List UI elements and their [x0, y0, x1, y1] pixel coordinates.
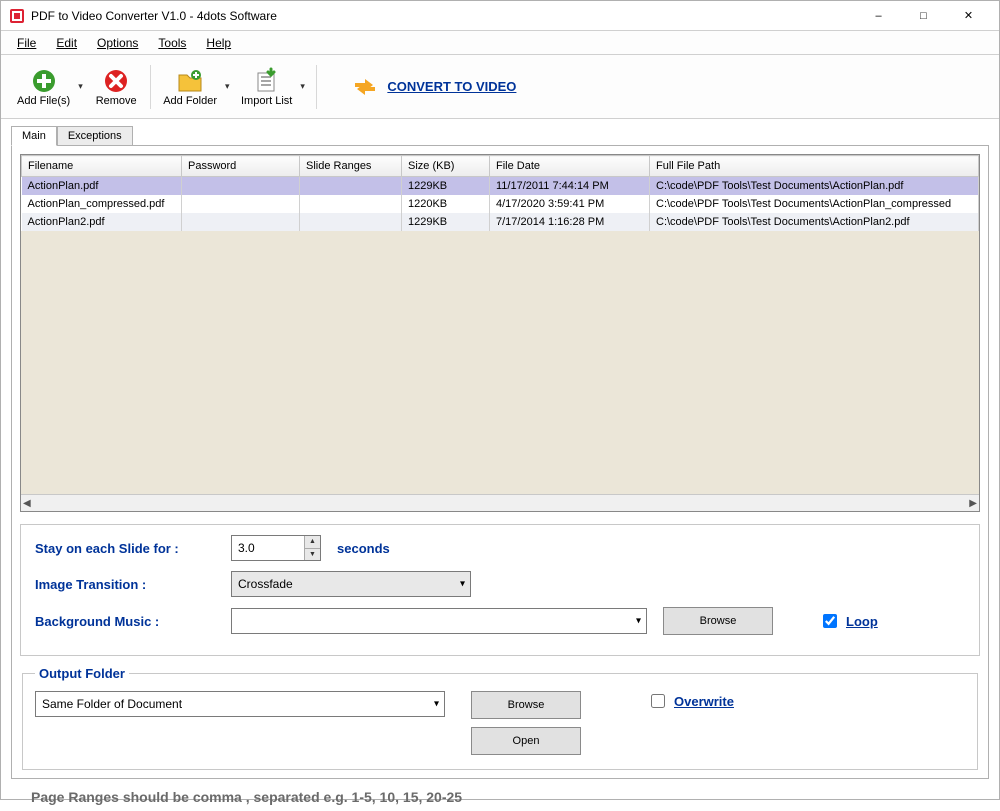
- import-list-dropdown[interactable]: ▾: [300, 81, 310, 92]
- menu-help[interactable]: Help: [198, 34, 239, 52]
- maximize-button[interactable]: □: [901, 2, 946, 30]
- output-folder-select[interactable]: [35, 691, 445, 717]
- output-folder-group: Output Folder Browse Open Overwrite: [22, 666, 978, 770]
- cell-full_path[interactable]: C:\code\PDF Tools\Test Documents\ActionP…: [650, 177, 979, 196]
- cell-slide_ranges[interactable]: [300, 177, 402, 196]
- stay-label: Stay on each Slide for :: [35, 541, 225, 556]
- toolbar-separator-2: [316, 65, 317, 109]
- minimize-button[interactable]: –: [856, 2, 901, 30]
- add-files-dropdown[interactable]: ▾: [78, 81, 88, 92]
- overwrite-checkbox[interactable]: [651, 694, 665, 708]
- remove-label: Remove: [96, 95, 137, 107]
- stay-spinner[interactable]: ▲▼: [304, 536, 320, 560]
- add-files-label: Add File(s): [17, 95, 70, 107]
- music-browse-button[interactable]: Browse: [663, 607, 773, 635]
- music-select[interactable]: [231, 608, 647, 634]
- cell-password[interactable]: [182, 177, 300, 196]
- col-size[interactable]: Size (KB): [402, 156, 490, 177]
- cell-file_date[interactable]: 11/17/2011 7:44:14 PM: [490, 177, 650, 196]
- overwrite-checkbox-wrap[interactable]: Overwrite: [647, 691, 734, 711]
- convert-icon: [351, 73, 379, 101]
- cell-size[interactable]: 1229KB: [402, 177, 490, 196]
- menu-options[interactable]: Options: [89, 34, 146, 52]
- convert-label: CONVERT TO VIDEO: [387, 79, 516, 94]
- close-button[interactable]: ✕: [946, 2, 991, 30]
- file-table[interactable]: Filename Password Slide Ranges Size (KB)…: [21, 155, 979, 231]
- add-folder-dropdown[interactable]: ▾: [225, 81, 235, 92]
- cell-slide_ranges[interactable]: [300, 195, 402, 213]
- col-slide-ranges[interactable]: Slide Ranges: [300, 156, 402, 177]
- transition-label: Image Transition :: [35, 577, 225, 592]
- col-file-date[interactable]: File Date: [490, 156, 650, 177]
- tab-body-main: Filename Password Slide Ranges Size (KB)…: [11, 145, 989, 779]
- table-row[interactable]: ActionPlan_compressed.pdf 1220KB4/17/2020…: [22, 195, 979, 213]
- music-label: Background Music :: [35, 614, 225, 629]
- cell-slide_ranges[interactable]: [300, 213, 402, 231]
- menu-tools[interactable]: Tools: [150, 34, 194, 52]
- add-files-button[interactable]: Add File(s): [11, 59, 76, 115]
- remove-circle-icon: [102, 67, 130, 95]
- col-full-path[interactable]: Full File Path: [650, 156, 979, 177]
- footer-hint: Page Ranges should be comma , separated …: [1, 779, 999, 811]
- loop-checkbox[interactable]: [823, 614, 837, 628]
- convert-to-video-button[interactable]: CONVERT TO VIDEO: [343, 69, 524, 105]
- remove-button[interactable]: Remove: [88, 59, 144, 115]
- file-table-wrap: Filename Password Slide Ranges Size (KB)…: [20, 154, 980, 512]
- import-list-icon: [253, 67, 281, 95]
- add-folder-label: Add Folder: [163, 95, 217, 107]
- cell-full_path[interactable]: C:\code\PDF Tools\Test Documents\ActionP…: [650, 195, 979, 213]
- toolbar-separator: [150, 65, 151, 109]
- loop-checkbox-wrap[interactable]: Loop: [819, 611, 878, 631]
- import-list-button[interactable]: Import List: [235, 59, 298, 115]
- tab-exceptions[interactable]: Exceptions: [57, 126, 133, 146]
- window-title: PDF to Video Converter V1.0 - 4dots Soft…: [31, 9, 856, 23]
- toolbar: Add File(s) ▾ Remove Add Folder ▾ Import…: [1, 55, 999, 119]
- plus-circle-icon: [30, 67, 58, 95]
- output-browse-button[interactable]: Browse: [471, 691, 581, 719]
- titlebar: PDF to Video Converter V1.0 - 4dots Soft…: [1, 1, 999, 31]
- cell-size[interactable]: 1220KB: [402, 195, 490, 213]
- app-icon: [9, 8, 25, 24]
- horizontal-scrollbar[interactable]: ◀▶: [21, 494, 979, 511]
- cell-file_date[interactable]: 4/17/2020 3:59:41 PM: [490, 195, 650, 213]
- cell-password[interactable]: [182, 213, 300, 231]
- cell-filename[interactable]: ActionPlan_compressed.pdf: [22, 195, 182, 213]
- overwrite-label: Overwrite: [674, 694, 734, 709]
- tabs-area: Main Exceptions Filename Password Slide …: [1, 119, 999, 779]
- menubar: File Edit Options Tools Help: [1, 31, 999, 55]
- tab-main[interactable]: Main: [11, 126, 57, 146]
- table-row[interactable]: ActionPlan2.pdf 1229KB7/17/2014 1:16:28 P…: [22, 213, 979, 231]
- col-password[interactable]: Password: [182, 156, 300, 177]
- cell-filename[interactable]: ActionPlan2.pdf: [22, 213, 182, 231]
- folder-plus-icon: [176, 67, 204, 95]
- output-open-button[interactable]: Open: [471, 727, 581, 755]
- col-filename[interactable]: Filename: [22, 156, 182, 177]
- import-list-label: Import List: [241, 95, 292, 107]
- output-folder-legend: Output Folder: [35, 666, 129, 681]
- add-folder-button[interactable]: Add Folder: [157, 59, 223, 115]
- loop-label: Loop: [846, 614, 878, 629]
- tab-strip: Main Exceptions: [11, 125, 989, 145]
- menu-file[interactable]: File: [9, 34, 44, 52]
- transition-select[interactable]: [231, 571, 471, 597]
- cell-full_path[interactable]: C:\code\PDF Tools\Test Documents\ActionP…: [650, 213, 979, 231]
- settings-panel: Stay on each Slide for : ▲▼ seconds Imag…: [20, 524, 980, 656]
- cell-size[interactable]: 1229KB: [402, 213, 490, 231]
- cell-password[interactable]: [182, 195, 300, 213]
- stay-unit: seconds: [337, 541, 390, 556]
- menu-edit[interactable]: Edit: [48, 34, 85, 52]
- table-row[interactable]: ActionPlan.pdf 1229KB11/17/2011 7:44:14 P…: [22, 177, 979, 196]
- cell-file_date[interactable]: 7/17/2014 1:16:28 PM: [490, 213, 650, 231]
- cell-filename[interactable]: ActionPlan.pdf: [22, 177, 182, 196]
